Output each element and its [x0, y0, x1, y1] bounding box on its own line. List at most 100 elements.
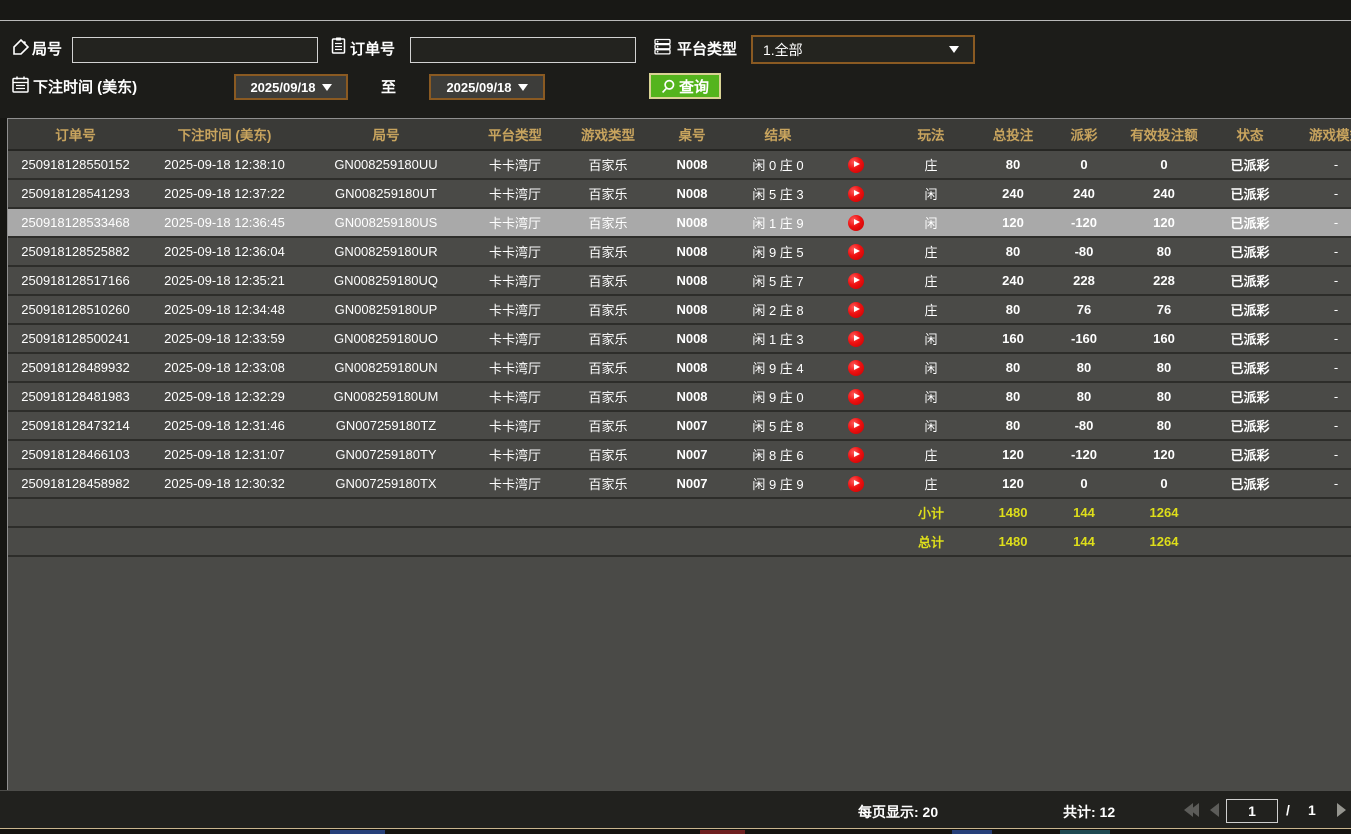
first-page-button[interactable]	[1184, 803, 1199, 817]
cell-game_mode: -	[1288, 237, 1351, 266]
table-row[interactable]: 2509181284732142025-09-18 12:31:46GN0072…	[8, 411, 1351, 440]
cell-table_no: N008	[652, 266, 732, 295]
cell-payout: 0	[1052, 150, 1116, 179]
grand-total-row-cell-game_type	[564, 527, 652, 556]
subtotal-row-cell-order_id	[8, 498, 143, 527]
cell-table_no: N008	[652, 295, 732, 324]
table-row[interactable]: 2509181284899322025-09-18 12:33:08GN0082…	[8, 353, 1351, 382]
query-button[interactable]: 查询	[649, 73, 721, 99]
platform-type-select[interactable]: 1.全部	[751, 35, 975, 64]
grand-total-row-cell-status	[1212, 527, 1288, 556]
play-video-button[interactable]	[848, 418, 864, 434]
play-video-button[interactable]	[848, 157, 864, 173]
cell-status: 已派彩	[1212, 150, 1288, 179]
current-page-input[interactable]	[1226, 799, 1278, 823]
cell-total_bet: 240	[974, 266, 1052, 295]
grand-total-row-cell-order_id	[8, 527, 143, 556]
cell-table_no: N008	[652, 208, 732, 237]
table-row[interactable]: 2509181285258822025-09-18 12:36:04GN0082…	[8, 237, 1351, 266]
cell-bet_time: 2025-09-18 12:34:48	[143, 295, 306, 324]
cell-payout: 76	[1052, 295, 1116, 324]
cell-game_mode: -	[1288, 353, 1351, 382]
date-from-value: 2025/09/18	[250, 80, 315, 95]
cell-status: 已派彩	[1212, 469, 1288, 498]
table-row[interactable]: 2509181285501522025-09-18 12:38:10GN0082…	[8, 150, 1351, 179]
cell-play: 闲	[888, 179, 974, 208]
total-pages-text: 1	[1308, 802, 1316, 818]
cell-play: 闲	[888, 353, 974, 382]
cell-video	[824, 382, 888, 411]
date-from-picker[interactable]: 2025/09/18	[234, 74, 348, 100]
cell-bet_time: 2025-09-18 12:37:22	[143, 179, 306, 208]
cell-order_id: 250918128517166	[8, 266, 143, 295]
cell-result: 闲 0 庄 0	[732, 150, 824, 179]
round-number-input[interactable]	[72, 37, 318, 63]
play-video-button[interactable]	[848, 302, 864, 318]
subtotal-row-cell-platform	[466, 498, 564, 527]
table-row[interactable]: 2509181285171662025-09-18 12:35:21GN0082…	[8, 266, 1351, 295]
cell-order_id: 250918128550152	[8, 150, 143, 179]
cell-valid_bet: 76	[1116, 295, 1212, 324]
table-row[interactable]: 2509181285102602025-09-18 12:34:48GN0082…	[8, 295, 1351, 324]
table-row[interactable]: 2509181284589822025-09-18 12:30:32GN0072…	[8, 469, 1351, 498]
play-video-button[interactable]	[848, 331, 864, 347]
cell-payout: 0	[1052, 469, 1116, 498]
subtotal-row-cell-play: 小计	[888, 498, 974, 527]
cell-game_mode: -	[1288, 266, 1351, 295]
cell-play: 闲	[888, 208, 974, 237]
column-header-platform: 平台类型	[466, 119, 564, 150]
page-separator: /	[1286, 802, 1290, 818]
table-row[interactable]: 2509181284819832025-09-18 12:32:29GN0082…	[8, 382, 1351, 411]
cell-total_bet: 160	[974, 324, 1052, 353]
cell-status: 已派彩	[1212, 440, 1288, 469]
next-page-button[interactable]	[1337, 803, 1346, 817]
column-header-video	[824, 119, 888, 150]
table-row[interactable]: 2509181284661032025-09-18 12:31:07GN0072…	[8, 440, 1351, 469]
total-count-text: 共计: 12	[1063, 802, 1115, 822]
play-video-button[interactable]	[848, 476, 864, 492]
tag-icon	[12, 37, 31, 56]
play-video-button[interactable]	[848, 273, 864, 289]
cell-total_bet: 80	[974, 382, 1052, 411]
cell-play: 庄	[888, 440, 974, 469]
play-video-button[interactable]	[848, 244, 864, 260]
play-video-button[interactable]	[848, 215, 864, 231]
cell-table_no: N008	[652, 353, 732, 382]
cell-status: 已派彩	[1212, 324, 1288, 353]
cell-table_no: N007	[652, 440, 732, 469]
table-row[interactable]: 2509181285412932025-09-18 12:37:22GN0082…	[8, 179, 1351, 208]
double-chevron-left-icon	[1190, 803, 1199, 817]
column-header-status: 状态	[1212, 119, 1288, 150]
subtotal-row-cell-bet_time	[143, 498, 306, 527]
subtotal-row-cell-game_type	[564, 498, 652, 527]
cell-game_type: 百家乐	[564, 295, 652, 324]
play-video-button[interactable]	[848, 186, 864, 202]
play-video-button[interactable]	[848, 389, 864, 405]
cell-video	[824, 208, 888, 237]
pagination-bar: 每页显示: 20 共计: 12 / 1	[0, 790, 1351, 829]
cell-valid_bet: 80	[1116, 382, 1212, 411]
column-header-game_type: 游戏类型	[564, 119, 652, 150]
table-row[interactable]: 2509181285334682025-09-18 12:36:45GN0082…	[8, 208, 1351, 237]
cell-table_no: N008	[652, 237, 732, 266]
cell-bet_time: 2025-09-18 12:35:21	[143, 266, 306, 295]
cell-order_id: 250918128510260	[8, 295, 143, 324]
table-row[interactable]: 2509181285002412025-09-18 12:33:59GN0082…	[8, 324, 1351, 353]
order-number-input[interactable]	[410, 37, 636, 63]
cell-video	[824, 150, 888, 179]
cell-platform: 卡卡湾厅	[466, 237, 564, 266]
cell-play: 闲	[888, 324, 974, 353]
cell-result: 闲 9 庄 9	[732, 469, 824, 498]
previous-page-button[interactable]	[1210, 803, 1219, 817]
cell-result: 闲 1 庄 9	[732, 208, 824, 237]
play-video-button[interactable]	[848, 360, 864, 376]
cell-result: 闲 1 庄 3	[732, 324, 824, 353]
cell-game_type: 百家乐	[564, 208, 652, 237]
cell-round_id: GN008259180UT	[306, 179, 466, 208]
date-to-picker[interactable]: 2025/09/18	[429, 74, 545, 100]
cell-valid_bet: 228	[1116, 266, 1212, 295]
column-header-round_id: 局号	[306, 119, 466, 150]
cell-total_bet: 80	[974, 237, 1052, 266]
query-button-label: 查询	[679, 76, 709, 97]
play-video-button[interactable]	[848, 447, 864, 463]
